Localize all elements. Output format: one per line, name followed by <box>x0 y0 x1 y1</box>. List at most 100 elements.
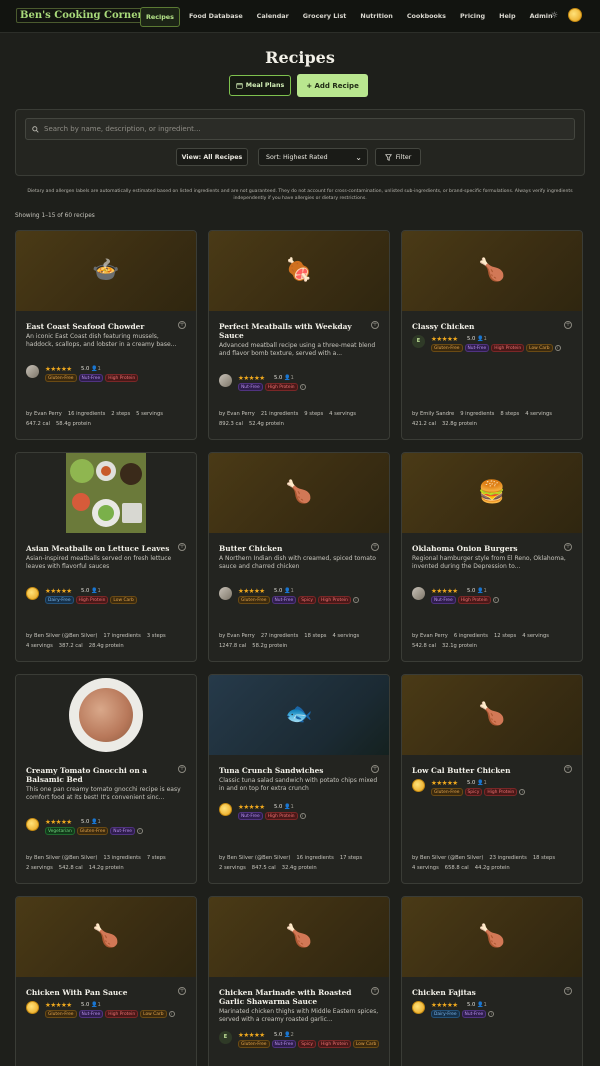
nav-calendar[interactable]: Calendar <box>252 7 294 27</box>
info-icon[interactable]: i <box>488 1011 495 1018</box>
rater-count: 👤1 <box>284 588 294 594</box>
tag-gluten-free: Gluten-Free <box>431 788 463 797</box>
add-to-plan-icon[interactable]: + <box>564 543 572 551</box>
tag-nut-free: Nut-Free <box>110 827 135 836</box>
recipe-card[interactable]: Asian Meatballs on Lettuce Leaves + Asia… <box>15 452 197 662</box>
theme-toggle-sun-icon[interactable]: ☼ <box>550 11 558 21</box>
recipe-card[interactable]: Creamy Tomato Gnocchi on a Balsamic Bed … <box>15 674 197 884</box>
tag-low-carb: Low Carb <box>140 1010 167 1019</box>
info-icon[interactable]: i <box>492 597 499 604</box>
user-avatar[interactable] <box>568 8 582 22</box>
add-to-plan-icon[interactable]: + <box>371 543 379 551</box>
add-to-plan-icon[interactable]: + <box>178 543 186 551</box>
add-recipe-button[interactable]: + Add Recipe <box>297 74 368 97</box>
recipe-nutrition: 1247.8 cal 58.2g protein <box>219 643 288 649</box>
recipe-meta: E ★★★★★ 5.0 👤1 Gluten-Free Nut-Free High… <box>412 335 577 353</box>
recipe-card[interactable]: 🐟 Tuna Crunch Sandwiches + Classic tuna … <box>208 674 390 884</box>
recipe-card[interactable]: 🍔 Oklahoma Onion Burgers + Regional hamb… <box>401 452 583 662</box>
tag-list: Gluten-Free Nut-Free Spicy High Protein … <box>238 1040 388 1049</box>
tag-high-protein: High Protein <box>318 1040 351 1049</box>
rater-count: 👤1 <box>477 588 487 594</box>
info-icon[interactable]: i <box>168 1011 175 1018</box>
poultry-leg-icon: 🍗 <box>285 924 313 949</box>
nav-cookbooks[interactable]: Cookbooks <box>402 7 451 27</box>
recipe-card[interactable]: 🍲 East Coast Seafood Chowder + An iconic… <box>15 230 197 440</box>
recipe-image: 🍗 <box>209 897 389 977</box>
plates-photo <box>66 453 146 533</box>
info-icon[interactable]: i <box>299 384 306 391</box>
nav-recipes[interactable]: Recipes <box>140 7 180 27</box>
add-to-plan-icon[interactable]: + <box>371 987 379 995</box>
nav-pricing[interactable]: Pricing <box>455 7 490 27</box>
recipe-card[interactable]: 🍗 Low Cal Butter Chicken + ★★★★★ 5.0 👤1 … <box>401 674 583 884</box>
recipe-card[interactable]: 🍖 Perfect Meatballs with Weekday Sauce +… <box>208 230 390 440</box>
recipe-stats: by Evan Perry 16 ingredients 2 steps 5 serv… <box>26 411 163 417</box>
recipe-card[interactable]: 🍗 Classy Chicken + E ★★★★★ 5.0 👤1 Gluten… <box>401 230 583 440</box>
add-to-plan-icon[interactable]: + <box>178 321 186 329</box>
tag-spicy: Spicy <box>298 1040 317 1049</box>
recipe-card[interactable]: 🍗 Chicken With Pan Sauce + ★★★★★ 5.0 👤1 … <box>15 896 197 1066</box>
recipe-title: Perfect Meatballs with Weekday Sauce <box>219 322 352 340</box>
tag-gluten-free: Gluten-Free <box>238 596 270 605</box>
rating-value: 5.0 <box>81 588 90 594</box>
recipe-card[interactable]: 🍗 Butter Chicken + A Northern Indian dis… <box>208 452 390 662</box>
search-panel: View: All Recipes Sort: Highest Rated ⌄ … <box>15 109 585 176</box>
recipe-title: Butter Chicken <box>219 544 283 553</box>
info-icon[interactable]: i <box>352 597 359 604</box>
recipe-description: This one pan creamy tomato gnocchi recip… <box>26 786 181 802</box>
recipe-stats: by Evan Perry 21 ingredients 9 steps 4 serv… <box>219 411 356 417</box>
meal-plans-button[interactable]: Meal Plans <box>229 75 291 96</box>
recipe-meta: ★★★★★ 5.0 👤1 Dairy-Free High Protein Low… <box>26 587 191 605</box>
info-icon[interactable]: i <box>299 813 306 820</box>
info-icon[interactable]: i <box>136 828 143 835</box>
author-avatar <box>26 365 39 378</box>
recipe-meta: ★★★★★ 5.0 👤1 Dairy-Free Nut-Free i <box>412 1001 577 1019</box>
search-icon <box>32 125 39 133</box>
add-to-plan-icon[interactable]: + <box>371 321 379 329</box>
filter-button[interactable]: Filter <box>375 148 421 166</box>
add-to-plan-icon[interactable]: + <box>178 765 186 773</box>
add-to-plan-icon[interactable]: + <box>564 765 572 773</box>
fish-icon: 🐟 <box>285 702 313 727</box>
filter-label: Filter <box>395 153 412 161</box>
rater-count: 👤1 <box>91 1002 101 1008</box>
tag-nut-free: Nut-Free <box>464 344 490 353</box>
search-input[interactable] <box>44 125 564 133</box>
author-avatar <box>219 803 232 816</box>
tag-high-protein: High Protein <box>264 812 298 821</box>
tag-high-protein: High Protein <box>105 1010 139 1019</box>
recipe-card[interactable]: 🍗 Chicken Fajitas + ★★★★★ 5.0 👤1 Dairy-F… <box>401 896 583 1066</box>
add-to-plan-icon[interactable]: + <box>371 765 379 773</box>
recipe-image: 🍗 <box>402 897 582 977</box>
tag-nut-free: Nut-Free <box>271 1040 297 1049</box>
meal-plans-label: Meal Plans <box>245 82 285 89</box>
add-to-plan-icon[interactable]: + <box>178 987 186 995</box>
recipe-stats: by Ben Silver (@Ben Silver) 16 ingredient… <box>219 855 363 861</box>
tag-nut-free: Nut-Free <box>271 596 297 605</box>
info-icon[interactable]: i <box>519 789 526 796</box>
nav-help[interactable]: Help <box>494 7 520 27</box>
tag-spicy: Spicy <box>298 596 317 605</box>
recipe-card[interactable]: 🍗 Chicken Marinade with Roasted Garlic S… <box>208 896 390 1066</box>
add-to-plan-icon[interactable]: + <box>564 321 572 329</box>
nav-grocery-list[interactable]: Grocery List <box>298 7 352 27</box>
star-rating-icon: ★★★★★ <box>238 587 265 595</box>
info-icon[interactable]: i <box>554 345 561 352</box>
author-avatar <box>219 587 232 600</box>
search-box[interactable] <box>25 118 575 140</box>
view-all-recipes-button[interactable]: View: All Recipes <box>176 148 248 166</box>
star-rating-icon: ★★★★★ <box>238 1031 265 1039</box>
nav-nutrition[interactable]: Nutrition <box>355 7 397 27</box>
author-avatar: E <box>219 1031 232 1044</box>
nav-food-database[interactable]: Food Database <box>184 7 248 27</box>
author-avatar <box>412 779 425 792</box>
recipe-title: Creamy Tomato Gnocchi on a Balsamic Bed <box>26 766 148 784</box>
star-rating-icon: ★★★★★ <box>431 587 458 595</box>
sort-select[interactable]: Sort: Highest Rated ⌄ <box>258 148 368 166</box>
add-to-plan-icon[interactable]: + <box>564 987 572 995</box>
rater-count: 👤1 <box>477 336 487 342</box>
tag-gluten-free: Gluten-Free <box>45 374 77 383</box>
brand-logo[interactable]: Ben's Cooking Corner <box>16 8 147 23</box>
meat-on-bone-icon: 🍖 <box>285 258 313 283</box>
tag-nut-free: Nut-Free <box>78 1010 104 1019</box>
